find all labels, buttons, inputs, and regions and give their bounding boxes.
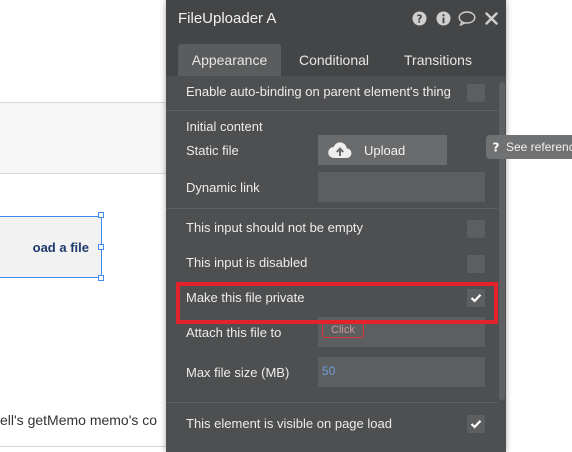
tab-appearance[interactable]: Appearance [178, 44, 281, 76]
initial-content-heading: Initial content [186, 119, 263, 134]
max-size-label: Max file size (MB) [186, 365, 290, 380]
attach-to-chip[interactable]: Click [322, 322, 364, 338]
selected-file-uploader[interactable]: oad a file [0, 216, 102, 278]
static-file-label: Static file [186, 143, 239, 158]
section-divider [166, 402, 498, 403]
resize-handle[interactable] [98, 275, 104, 281]
resize-handle[interactable] [98, 212, 104, 218]
help-icon[interactable]: ? [410, 9, 428, 27]
dynamic-link-label: Dynamic link [186, 180, 260, 195]
canvas-divider [0, 446, 166, 447]
canvas-group-element[interactable] [0, 102, 166, 174]
question-icon: ? [493, 141, 500, 153]
max-size-input[interactable]: 50 [318, 357, 485, 387]
appearance-properties: Enable auto-binding on parent element's … [166, 76, 498, 452]
resize-handle[interactable] [98, 244, 104, 250]
disabled-label: This input is disabled [186, 255, 308, 270]
dynamic-link-input[interactable] [318, 172, 485, 202]
svg-text:?: ? [493, 141, 500, 153]
attach-to-input[interactable]: Click [318, 317, 485, 347]
canvas-text-element[interactable]: ell's getMemo memo's co [0, 412, 166, 428]
tab-bar: Appearance Conditional Transitions [166, 38, 506, 76]
disabled-checkbox[interactable] [467, 255, 485, 273]
upload-button[interactable]: Upload [318, 135, 447, 165]
panel-title: FileUploader A [178, 10, 277, 27]
checkmark-icon [470, 294, 482, 303]
auto-binding-checkbox[interactable] [467, 84, 485, 102]
private-file-checkbox[interactable] [467, 289, 485, 307]
visible-on-load-label: This element is visible on page load [186, 416, 392, 431]
scrollbar-thumb[interactable] [499, 82, 505, 400]
comment-icon[interactable] [458, 9, 476, 27]
not-empty-checkbox[interactable] [467, 220, 485, 238]
see-reference-label: See referenc [506, 140, 572, 154]
max-size-value: 50 [322, 364, 336, 378]
file-uploader-label: oad a file [32, 239, 89, 255]
see-reference-tooltip[interactable]: ? See referenc [486, 135, 572, 159]
tab-conditional[interactable]: Conditional [284, 44, 384, 76]
panel-scrollbar[interactable] [498, 76, 506, 452]
cloud-upload-icon [328, 142, 352, 159]
private-file-label: Make this file private [186, 290, 305, 305]
svg-text:?: ? [416, 13, 422, 25]
visible-on-load-checkbox[interactable] [467, 415, 485, 433]
section-divider [166, 110, 498, 111]
info-icon[interactable] [434, 9, 452, 27]
checkmark-icon [470, 420, 482, 429]
property-editor-panel: FileUploader A ? Appearance Conditional … [166, 0, 506, 452]
auto-binding-label: Enable auto-binding on parent element's … [186, 84, 451, 99]
attach-to-label: Attach this file to [186, 325, 282, 340]
not-empty-label: This input should not be empty [186, 220, 364, 235]
tab-transitions[interactable]: Transitions [390, 44, 486, 76]
upload-button-label: Upload [364, 142, 406, 158]
panel-header[interactable]: FileUploader A ? [166, 0, 506, 38]
close-icon[interactable] [482, 9, 500, 27]
section-divider [166, 208, 498, 209]
